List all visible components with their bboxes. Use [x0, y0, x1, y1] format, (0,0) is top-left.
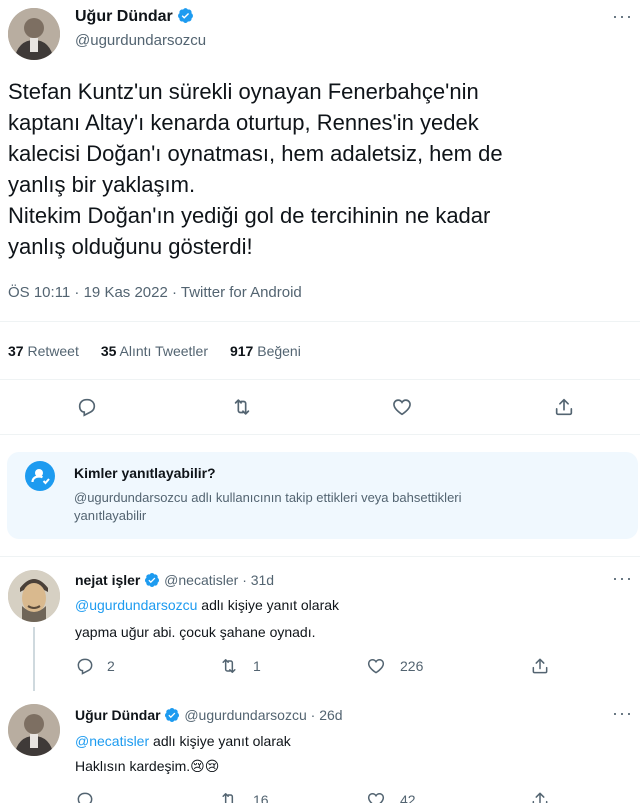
avatar-ugur-dundar[interactable]: [8, 704, 60, 756]
quotes-label: Alıntı Tweetler: [119, 343, 208, 359]
replying-to: @necatisler adlı kişiye yanıt olarak: [75, 733, 291, 749]
retweet-count: 1: [253, 658, 261, 674]
retweets-stat[interactable]: 37 Retweet: [8, 343, 79, 359]
reply-icon: [77, 658, 93, 675]
likes-count: 917: [229, 343, 254, 359]
verified-badge-icon: [144, 572, 160, 591]
author-name[interactable]: Uğur Dündar: [75, 7, 194, 29]
retweets-label: Retweet: [27, 343, 79, 359]
avatar-nejat-isler[interactable]: [8, 570, 60, 622]
crying-emoji: 😢😢: [190, 758, 220, 774]
reply-text-body: Haklısın kardeşim.: [75, 758, 191, 774]
like-count: 226: [400, 658, 424, 674]
share-button[interactable]: [553, 396, 575, 418]
who-can-reply-title: Kimler yanıtlayabilir?: [74, 465, 216, 481]
share-icon: [532, 792, 548, 803]
quotes-count: 35: [100, 343, 117, 359]
reply-author-name[interactable]: Uğur Dündar: [75, 707, 161, 723]
replying-to-suffix: adlı kişiye yanıt olarak: [201, 597, 340, 613]
likes-label: Beğeni: [257, 343, 301, 359]
like-icon: [393, 399, 411, 416]
reply-button[interactable]: [76, 396, 98, 418]
retweet-icon: [222, 793, 235, 803]
tweet-text-line: kaptanı Altay'ı kenarda oturtup, Rennes'…: [8, 110, 479, 135]
who-can-reply-box: Kimler yanıtlayabilir? @ugurdundarsozcu …: [7, 452, 638, 539]
thread-line: [33, 627, 35, 691]
reply-text: Haklısın kardeşim.😢😢: [75, 758, 219, 775]
reply-button[interactable]: 2: [75, 656, 115, 676]
replying-to-handle[interactable]: @necatisler: [75, 733, 149, 749]
share-icon: [555, 398, 573, 416]
share-button[interactable]: [530, 790, 550, 803]
share-button[interactable]: [530, 656, 550, 676]
retweet-icon: [222, 659, 236, 673]
like-button[interactable]: 42: [366, 790, 416, 803]
who-can-reply-desc: @ugurdundarsozcu adlı kullanıcının takip…: [74, 489, 629, 525]
reply-text: yapma uğur abi. çocuk şahane oynadı.: [75, 624, 316, 640]
avatar-ugur-dundar[interactable]: [8, 8, 60, 60]
more-icon[interactable]: ···: [612, 6, 633, 27]
tweet-text: Stefan Kuntz'un sürekli oynayan Fenerbah…: [8, 76, 628, 262]
reply-icon: [77, 792, 93, 803]
tweet-text-line: Stefan Kuntz'un sürekli oynayan Fenerbah…: [8, 79, 479, 104]
more-icon[interactable]: ···: [612, 568, 633, 589]
reply-icon: [78, 398, 96, 417]
reply-time[interactable]: · 26d: [311, 707, 343, 723]
reply-author-name[interactable]: nejat işler: [75, 572, 140, 588]
tweet-text-line: yanlış olduğunu gösterdi!: [8, 234, 253, 259]
tweet-stats: 37 Retweet 35 Alıntı Tweetler 917 Beğeni: [8, 343, 301, 359]
tweet-meta[interactable]: ÖS 10:11 · 19 Kas 2022 · Twitter for And…: [8, 284, 302, 301]
reply-count: 2: [107, 658, 115, 674]
reply-author-handle[interactable]: @necatisler: [164, 572, 238, 588]
retweets-count: 37: [8, 343, 24, 359]
retweet-button[interactable]: 16: [219, 790, 269, 803]
like-icon: [367, 792, 385, 803]
retweet-button[interactable]: [231, 396, 253, 418]
who-can-reply-line: @ugurdundarsozcu adlı kullanıcının takip…: [74, 490, 462, 505]
more-icon[interactable]: ···: [612, 703, 633, 724]
share-icon: [532, 658, 548, 674]
retweet-count: 16: [253, 792, 269, 803]
retweet-icon: [234, 399, 250, 415]
tweet-text-line: yanlış bir yaklaşım.: [8, 172, 196, 197]
replying-to: @ugurdundarsozcu adlı kişiye yanıt olara…: [75, 597, 339, 613]
person-icon: [25, 461, 55, 491]
like-count: 42: [400, 792, 416, 803]
reply-header: Uğur Dündar @ugurdundarsozcu · 26d: [75, 707, 343, 726]
divider: [0, 556, 640, 557]
verified-badge-icon: [177, 7, 194, 29]
reply-author-handle[interactable]: @ugurdundarsozcu: [184, 707, 306, 723]
reply-header: nejat işler @necatisler · 31d: [75, 572, 274, 591]
divider: [0, 379, 640, 380]
divider: [0, 434, 640, 435]
reply-button[interactable]: [75, 790, 107, 803]
replying-to-suffix: adlı kişiye yanıt olarak: [153, 733, 291, 749]
reply-time[interactable]: · 31d: [242, 572, 274, 588]
divider: [0, 321, 640, 322]
retweet-button[interactable]: 1: [219, 656, 261, 676]
like-button[interactable]: [391, 396, 413, 418]
tweet-text-line: kalecisi Doğan'ı oynatması, hem adaletsi…: [8, 141, 503, 166]
author-handle[interactable]: @ugurdundarsozcu: [75, 32, 206, 49]
tweet-text-line: Nitekim Doğan'ın yediği gol de tercihini…: [8, 203, 491, 228]
who-can-reply-line: yanıtlayabilir: [74, 508, 147, 523]
like-icon: [367, 658, 385, 674]
verified-badge-icon: [164, 707, 180, 726]
quotes-stat[interactable]: 35 Alıntı Tweetler: [101, 343, 208, 359]
replying-to-handle[interactable]: @ugurdundarsozcu: [75, 597, 197, 613]
likes-stat[interactable]: 917 Beğeni: [230, 343, 301, 359]
like-button[interactable]: 226: [366, 656, 423, 676]
